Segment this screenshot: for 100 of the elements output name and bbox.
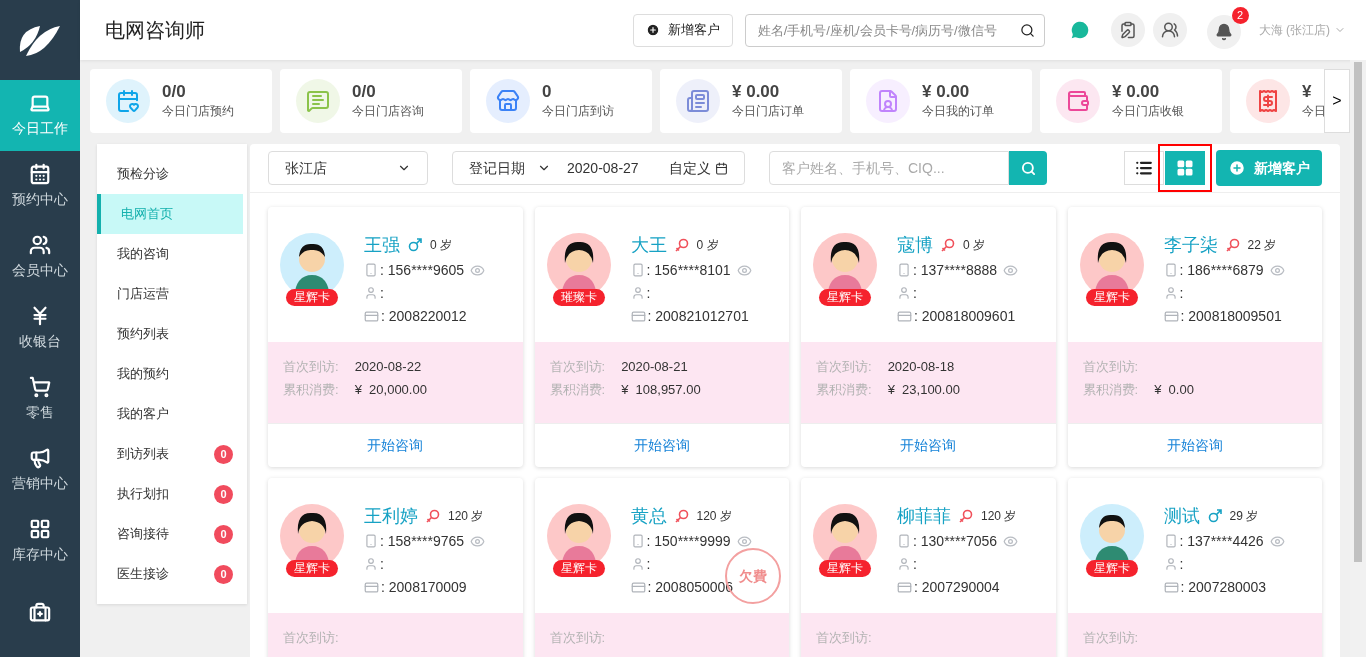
global-search-field[interactable]: 姓名/手机号/座机/会员卡号/病历号/微信号 bbox=[744, 13, 1045, 47]
vip-card-icon bbox=[897, 308, 912, 324]
submenu-item[interactable]: 门店运营 bbox=[97, 274, 247, 314]
staff-value: : bbox=[646, 283, 651, 303]
staff-value: : bbox=[1179, 283, 1184, 303]
megaphone-icon bbox=[29, 447, 51, 469]
member-card-tag: 星辉卡 bbox=[286, 560, 338, 577]
member-card-tag: 星辉卡 bbox=[819, 289, 871, 306]
nav-item[interactable]: 会员中心 bbox=[0, 222, 80, 293]
date-type-select[interactable]: 登记日期 bbox=[469, 157, 551, 179]
date-filter[interactable]: 登记日期 2020-08-27 自定义 bbox=[452, 151, 745, 185]
nav-item[interactable]: 零售 bbox=[0, 364, 80, 435]
summary-label: 首次到访: bbox=[283, 629, 339, 647]
count-badge: 0 bbox=[214, 524, 233, 544]
phone-icon bbox=[630, 534, 645, 548]
custom-date-button[interactable]: 自定义 bbox=[669, 157, 728, 179]
female-sign-icon bbox=[959, 509, 973, 523]
chat-bubbles-icon[interactable] bbox=[1068, 19, 1091, 41]
nav-item[interactable]: 库存中心 bbox=[0, 506, 80, 577]
vip-card-number: : 2008220012 bbox=[381, 306, 467, 326]
vip-card-number: : 2008050006 bbox=[647, 577, 734, 597]
users-icon bbox=[1160, 21, 1179, 39]
submenu-item[interactable]: 我的咨询 bbox=[97, 234, 247, 274]
phone-number: : 156****9605 bbox=[380, 260, 465, 280]
bell-icon bbox=[1214, 23, 1233, 41]
eye-icon[interactable] bbox=[1003, 533, 1019, 549]
phone-icon bbox=[897, 534, 911, 548]
stat-label: 今日门店咨询 bbox=[352, 103, 424, 120]
vip-card-icon bbox=[1163, 579, 1179, 595]
submenu-item[interactable]: 预检分诊 bbox=[97, 154, 247, 194]
phone-number: : 156****8101 bbox=[646, 260, 731, 280]
staff-value: : bbox=[380, 554, 384, 574]
staff-value: : bbox=[380, 283, 384, 303]
phone-icon bbox=[1163, 534, 1178, 548]
submenu-item[interactable]: 预约列表 bbox=[97, 314, 247, 354]
summary-label: 首次到访: bbox=[1082, 358, 1139, 376]
notification-count: 2 bbox=[1231, 7, 1249, 24]
female-sign-icon bbox=[674, 509, 689, 523]
staff-icon bbox=[630, 286, 645, 300]
add-customer-button[interactable]: 新增客户 bbox=[632, 13, 733, 47]
submenu-item[interactable]: 我的预约 bbox=[97, 354, 247, 394]
store-select[interactable]: 张江店 bbox=[268, 151, 428, 185]
member-card-tag: 璀璨卡 bbox=[552, 289, 605, 306]
nav-item[interactable]: 预约中心 bbox=[0, 151, 80, 222]
staff-value: : bbox=[913, 283, 917, 303]
eye-icon[interactable] bbox=[736, 262, 752, 278]
eye-icon[interactable] bbox=[470, 262, 486, 278]
nav-item[interactable]: 收银台 bbox=[0, 293, 80, 364]
submenu-item[interactable]: 执行划扣 0 bbox=[97, 474, 247, 514]
stat-value: ¥ 0.00 bbox=[922, 82, 971, 102]
summary-value: ¥ 20,000.00 bbox=[354, 380, 427, 399]
clipboard-button[interactable] bbox=[1110, 13, 1145, 47]
eye-icon[interactable] bbox=[736, 533, 752, 549]
vip-card-icon bbox=[630, 579, 646, 595]
summary-label: 首次到访: bbox=[549, 358, 606, 376]
next-button[interactable]: > bbox=[1324, 69, 1350, 133]
start-consult-link[interactable]: 开始咨询 bbox=[1166, 435, 1223, 456]
grid-icon bbox=[29, 518, 51, 540]
submenu-item[interactable]: 医生接诊 0 bbox=[97, 554, 247, 594]
summary-label: 首次到访: bbox=[1082, 629, 1139, 647]
female-sign-icon bbox=[941, 238, 955, 252]
customer-age: 120 岁 bbox=[696, 508, 732, 525]
staff-icon bbox=[1163, 286, 1178, 300]
stat-label: 今日门店订单 bbox=[732, 103, 804, 120]
stat-label: 今日门店预约 bbox=[162, 103, 234, 120]
staff-icon bbox=[897, 557, 911, 571]
phone-icon bbox=[1163, 263, 1178, 277]
start-consult-link[interactable]: 开始咨询 bbox=[367, 435, 424, 456]
nav-item[interactable]: 营销中心 bbox=[0, 435, 80, 506]
eye-icon[interactable] bbox=[1269, 533, 1285, 549]
summary-value: ¥ 108,957.00 bbox=[621, 380, 701, 399]
summary-label: 首次到访: bbox=[549, 629, 606, 647]
customer-age: 120 岁 bbox=[981, 508, 1017, 525]
female-sign-icon bbox=[1225, 238, 1240, 252]
start-consult-link[interactable]: 开始咨询 bbox=[900, 435, 957, 456]
submenu-item[interactable]: 咨询接待 0 bbox=[97, 514, 247, 554]
submenu-item[interactable]: 我的客户 bbox=[97, 394, 247, 434]
stat-label: 今日门店收银 bbox=[1112, 103, 1184, 120]
submenu-item[interactable]: 到访列表 0 bbox=[97, 434, 247, 474]
vip-card-icon bbox=[364, 308, 379, 324]
clipboard-icon bbox=[1118, 21, 1137, 39]
member-card-tag: 星辉卡 bbox=[1085, 560, 1138, 577]
customer-search-field[interactable]: 客户姓名、手机号、CIQ... bbox=[769, 151, 1009, 185]
start-consult-link[interactable]: 开始咨询 bbox=[633, 435, 690, 456]
vip-card-number: : 200818009601 bbox=[914, 306, 1016, 326]
staff-icon bbox=[364, 286, 378, 300]
phone-icon bbox=[630, 263, 645, 277]
calendar-icon bbox=[715, 161, 728, 175]
summary-label: 首次到访: bbox=[816, 629, 872, 647]
team-button[interactable] bbox=[1152, 13, 1187, 47]
eye-icon[interactable] bbox=[1269, 262, 1285, 278]
eye-icon[interactable] bbox=[470, 533, 486, 549]
customer-age: 120 岁 bbox=[448, 508, 484, 525]
list-view-button[interactable] bbox=[1124, 151, 1164, 185]
search-icon[interactable] bbox=[1019, 22, 1035, 38]
eye-icon[interactable] bbox=[1003, 262, 1019, 278]
count-badge: 0 bbox=[214, 484, 233, 504]
search-button[interactable] bbox=[1009, 151, 1047, 185]
stat-value: ¥ bbox=[1302, 82, 1313, 102]
grid-view-button[interactable] bbox=[1158, 144, 1212, 192]
